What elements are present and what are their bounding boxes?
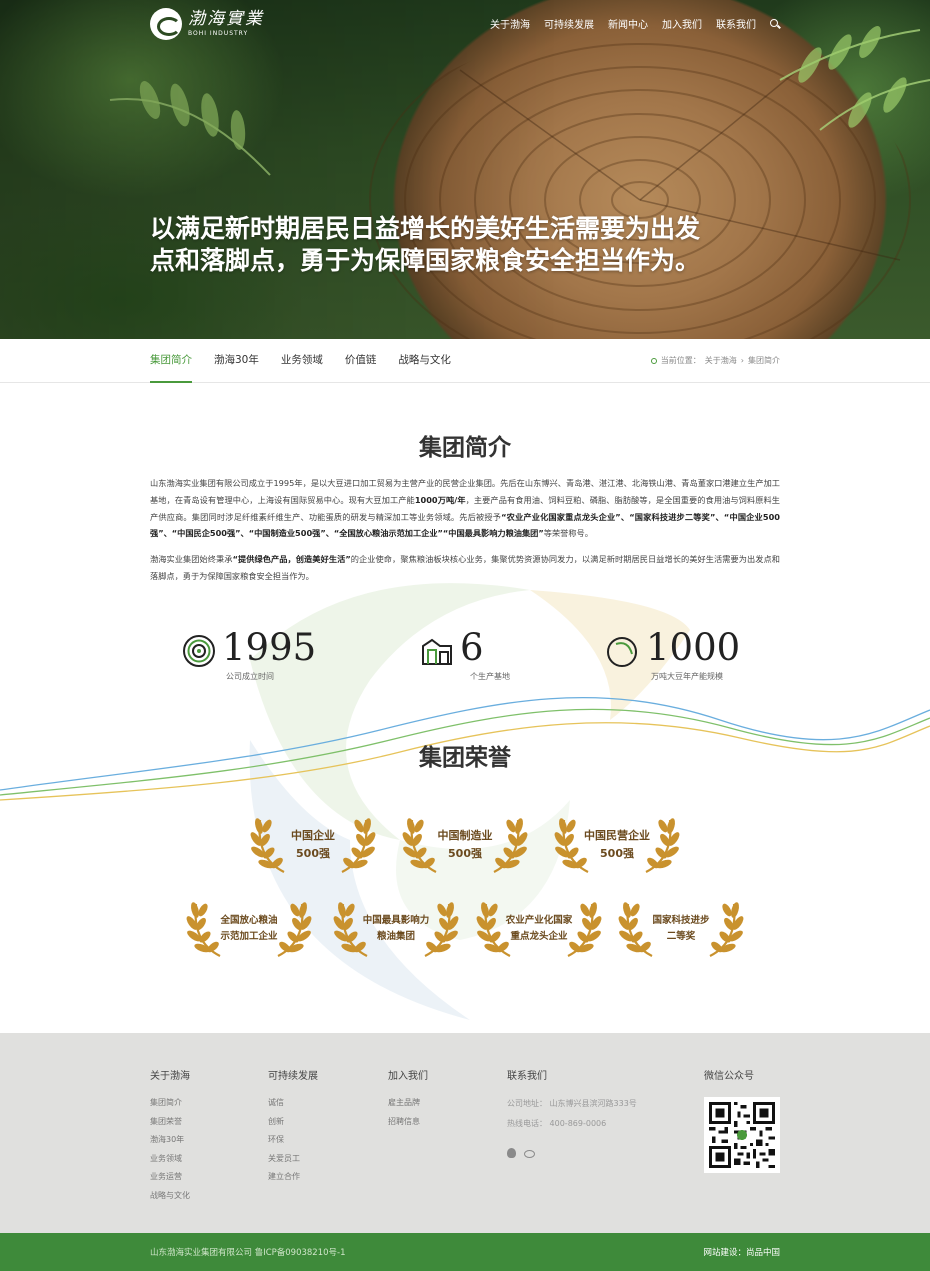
tab-group-intro[interactable]: 集团简介 [150, 339, 192, 383]
stat-founded-value: 1995 [222, 626, 317, 669]
honor-badge: 中国民营企业 500强 [554, 814, 680, 876]
honor-badge: 中国最具影响力 粮油集团 [333, 898, 459, 960]
honor-line1: 中国民营企业 [584, 829, 650, 842]
footer-link[interactable]: 渤海30年 [150, 1131, 190, 1150]
intro-title: 集团简介 [419, 435, 511, 461]
breadcrumb-separator: › [740, 356, 744, 365]
nav-join[interactable]: 加入我们 [662, 16, 702, 31]
footer-col-title: 可持续发展 [268, 1071, 318, 1082]
qq-icon[interactable] [507, 1148, 516, 1158]
intro-text: 渤海实业集团始终秉承 [150, 554, 233, 564]
tab-strategy-culture[interactable]: 战略与文化 [398, 339, 451, 383]
hero-banner: 渤海實業 BOHI INDUSTRY 关于渤海 可持续发展 新闻中心 加入我们 … [0, 0, 930, 339]
soybean-icon [607, 637, 637, 667]
nav-contact[interactable]: 联系我们 [716, 16, 756, 31]
honor-line2: 二等奖 [666, 931, 696, 942]
hero-slogan: 以满足新时期居民日益增长的美好生活需要为出发 点和落脚点，勇于为保障国家粮食安全… [150, 213, 740, 277]
search-icon[interactable] [770, 18, 780, 29]
logo-name-cn: 渤海實業 [188, 9, 264, 29]
footer-col-about: 关于渤海 集团简介 集团荣誉 渤海30年 业务领域 业务运营 战略与文化 [150, 1067, 190, 1205]
honor-line2: 500强 [600, 847, 634, 860]
intro-mission: “提供绿色产品，创造美好生活” [232, 554, 351, 564]
breadcrumb: 当前位置： 关于渤海 › 集团简介 [650, 355, 780, 366]
nav-news[interactable]: 新闻中心 [608, 16, 648, 31]
breadcrumb-prefix: 当前位置： [660, 356, 701, 365]
location-icon [650, 357, 657, 364]
footer-link[interactable]: 招聘信息 [388, 1113, 428, 1132]
honor-line1: 全国放心粮油 [220, 915, 278, 926]
tree-rings-icon [183, 635, 215, 667]
honor-line2: 粮油集团 [376, 931, 415, 942]
honor-line1: 中国企业 [291, 829, 335, 842]
footer-address: 公司地址： 山东博兴县滨河路333号 [507, 1099, 637, 1108]
factory-icon [422, 638, 452, 665]
breadcrumb-current: 集团简介 [748, 356, 780, 365]
footer-bottom-bar: 山东渤海实业集团有限公司 鲁ICP备09038210号-1 网站建设：尚品中国 [0, 1233, 930, 1271]
stat-bases-label: 个生产基地 [470, 672, 510, 681]
brand-logo[interactable]: 渤海實業 BOHI INDUSTRY [150, 8, 264, 40]
footer-col-title: 关于渤海 [150, 1071, 190, 1082]
site-footer: 关于渤海 集团简介 集团荣誉 渤海30年 业务领域 业务运营 战略与文化 可持续… [0, 1033, 930, 1233]
stat-capacity-value: 1000 [646, 626, 741, 669]
honor-line1: 中国制造业 [437, 829, 493, 842]
stat-capacity-label: 万吨大豆年产能规模 [651, 672, 723, 681]
footer-col-contact: 联系我们 公司地址： 山东博兴县滨河路333号 热线电话： 400-869-00… [507, 1067, 637, 1158]
sub-navigation: 集团简介 渤海30年 业务领域 价值链 战略与文化 当前位置： 关于渤海 › 集… [0, 339, 930, 383]
footer-col-sustainability: 可持续发展 诚信 创新 环保 关爱员工 建立合作 [268, 1067, 318, 1187]
footer-col-title: 微信公众号 [704, 1071, 754, 1082]
hero-slogan-line2: 点和落脚点，勇于为保障国家粮食安全担当作为。 [150, 246, 701, 275]
footer-link[interactable]: 创新 [268, 1113, 318, 1132]
footer-col-join: 加入我们 雇主品牌 招聘信息 [388, 1067, 428, 1131]
logo-mark-icon [150, 8, 182, 40]
wechat-qr-code [704, 1097, 780, 1173]
weibo-icon[interactable] [524, 1150, 535, 1158]
nav-sustainability[interactable]: 可持续发展 [544, 16, 594, 31]
tab-bohai-30-years[interactable]: 渤海30年 [214, 339, 259, 383]
footer-col-wechat: 微信公众号 [704, 1067, 754, 1094]
footer-link[interactable]: 诚信 [268, 1094, 318, 1113]
copyright-text: 山东渤海实业集团有限公司 鲁ICP备09038210号-1 [150, 1248, 346, 1258]
footer-col-title: 联系我们 [507, 1071, 547, 1082]
main-nav: 关于渤海 可持续发展 新闻中心 加入我们 联系我们 [490, 16, 780, 31]
qr-code-icon [709, 1102, 775, 1168]
footer-phone: 热线电话： 400-869-0006 [507, 1119, 607, 1128]
footer-link[interactable]: 业务运营 [150, 1168, 190, 1187]
footer-col-title: 加入我们 [388, 1071, 428, 1082]
footer-link[interactable]: 集团简介 [150, 1094, 190, 1113]
honor-badge: 中国企业 500强 [250, 814, 376, 876]
honor-badge: 全国放心粮油 示范加工企业 [186, 898, 312, 960]
footer-link[interactable]: 建立合作 [268, 1168, 318, 1187]
footer-link[interactable]: 战略与文化 [150, 1187, 190, 1206]
honor-line1: 国家科技进步 [652, 915, 710, 926]
footer-link[interactable]: 业务领域 [150, 1150, 190, 1169]
honor-line2: 500强 [448, 847, 482, 860]
honor-line2: 重点龙头企业 [510, 931, 568, 942]
honor-line1: 农业产业化国家 [505, 915, 573, 926]
stat-bases-value: 6 [460, 626, 484, 669]
honors-title: 集团荣誉 [419, 745, 511, 771]
intro-capacity: 1000万吨/年 [414, 494, 466, 505]
nav-about[interactable]: 关于渤海 [490, 16, 530, 31]
footer-link[interactable]: 集团荣誉 [150, 1113, 190, 1132]
intro-paragraph-1: 山东渤海实业集团有限公司成立于1995年，是以大豆进口加工贸易为主营产业的民营企… [150, 475, 780, 542]
honor-line2: 500强 [296, 847, 330, 860]
honor-line2: 示范加工企业 [220, 931, 278, 942]
tab-value-chain[interactable]: 价值链 [345, 339, 377, 383]
breadcrumb-link-about[interactable]: 关于渤海 [705, 355, 737, 366]
honor-line1: 中国最具影响力 [362, 915, 430, 926]
footer-link[interactable]: 环保 [268, 1131, 318, 1150]
tab-business-areas[interactable]: 业务领域 [281, 339, 323, 383]
intro-text: 等荣誉称号。 [543, 528, 593, 539]
logo-name-en: BOHI INDUSTRY [188, 30, 249, 37]
footer-link[interactable]: 雇主品牌 [388, 1094, 428, 1113]
stat-founded-label: 公司成立时间 [226, 672, 274, 681]
honor-badge: 国家科技进步 二等奖 [618, 898, 744, 960]
footer-link[interactable]: 关爱员工 [268, 1150, 318, 1169]
hero-slogan-line1: 以满足新时期居民日益增长的美好生活需要为出发 [150, 214, 701, 243]
honor-badge: 农业产业化国家 重点龙头企业 [476, 898, 602, 960]
site-credit-link[interactable]: 网站建设：尚品中国 [703, 1246, 780, 1258]
intro-paragraph-2: 渤海实业集团始终秉承“提供绿色产品，创造美好生活”的企业使命，聚焦粮油板块核心业… [150, 551, 780, 585]
honor-badge: 中国制造业 500强 [402, 814, 528, 876]
